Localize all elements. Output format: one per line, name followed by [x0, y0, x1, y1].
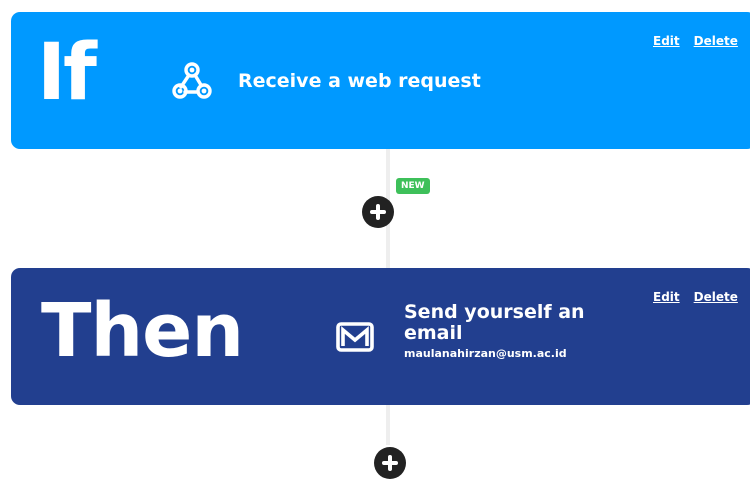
- trigger-card-links: Edit Delete: [653, 34, 750, 48]
- action-card-links: Edit Delete: [653, 290, 750, 304]
- edit-action-link[interactable]: Edit: [653, 290, 680, 304]
- action-text-block: Send yourself an email maulanahirzan@usm…: [404, 301, 614, 361]
- edit-trigger-link[interactable]: Edit: [653, 34, 680, 48]
- trigger-action-title: Receive a web request: [238, 70, 481, 92]
- if-keyword: If: [37, 28, 97, 118]
- new-badge: NEW: [396, 178, 430, 194]
- email-icon: [336, 322, 374, 352]
- plus-icon-vertical: [376, 204, 380, 220]
- action-card[interactable]: Then Send yourself an email maulanahirza…: [11, 268, 750, 405]
- action-recipient: maulanahirzan@usm.ac.id: [404, 347, 567, 360]
- add-step-button-bottom[interactable]: [374, 447, 406, 479]
- trigger-card[interactable]: If Receive a web request Edit Delete: [11, 12, 750, 149]
- delete-action-link[interactable]: Delete: [694, 290, 738, 304]
- then-keyword: Then: [41, 288, 244, 374]
- connector-line-bottom: [386, 405, 390, 445]
- plus-icon-vertical: [388, 455, 392, 471]
- delete-trigger-link[interactable]: Delete: [694, 34, 738, 48]
- applet-builder: If Receive a web request Edit Delete NEW …: [0, 0, 750, 482]
- add-step-button[interactable]: [362, 196, 394, 228]
- action-title: Send yourself an email: [404, 301, 585, 344]
- webhook-icon: [172, 62, 212, 99]
